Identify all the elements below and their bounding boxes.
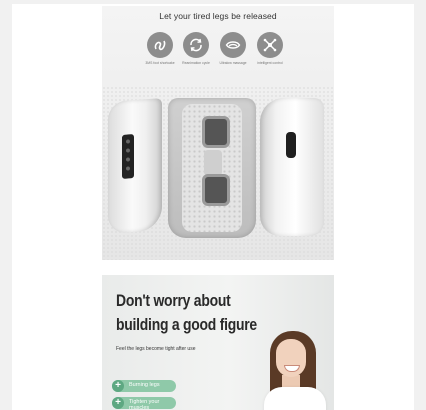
feature-caption: intelligent control	[257, 61, 283, 65]
model-photo	[252, 325, 334, 410]
massage-strip	[204, 150, 222, 176]
eye-massage-icon	[220, 32, 246, 58]
benefit-pill: + Tighten your muscles	[112, 397, 176, 410]
crossed-arrows-icon	[257, 32, 283, 58]
feature-item: intelligent control	[244, 32, 296, 65]
control-panel-icon	[122, 134, 134, 179]
product-image-promo: Don't worry about building a good figure…	[102, 275, 334, 410]
panel-title: Let your tired legs be released	[159, 11, 277, 21]
promo-headline: Don't worry about building a good figure	[116, 289, 257, 337]
massager-right-cuff	[260, 98, 324, 236]
benefit-label: Tighten your muscles	[129, 399, 160, 410]
benefit-pill: + Burning legs	[112, 380, 176, 392]
massage-pad-lower	[202, 174, 230, 206]
benefit-label: Burning legs	[129, 382, 160, 388]
plus-icon: +	[112, 397, 124, 409]
plus-icon: +	[112, 380, 124, 392]
headline-line-2: building a good figure	[116, 315, 257, 334]
massager-left-cuff	[108, 98, 162, 234]
massager-inner-view	[168, 98, 256, 238]
promo-subtext: Feel the legs become tight after use	[116, 346, 196, 352]
headline-line-1: Don't worry about	[116, 291, 231, 310]
circular-arrows-icon	[183, 32, 209, 58]
power-button-icon	[286, 132, 296, 158]
massage-pad-upper	[202, 116, 230, 148]
product-image-features: Let your tired legs be released 3MS foot…	[102, 6, 334, 260]
